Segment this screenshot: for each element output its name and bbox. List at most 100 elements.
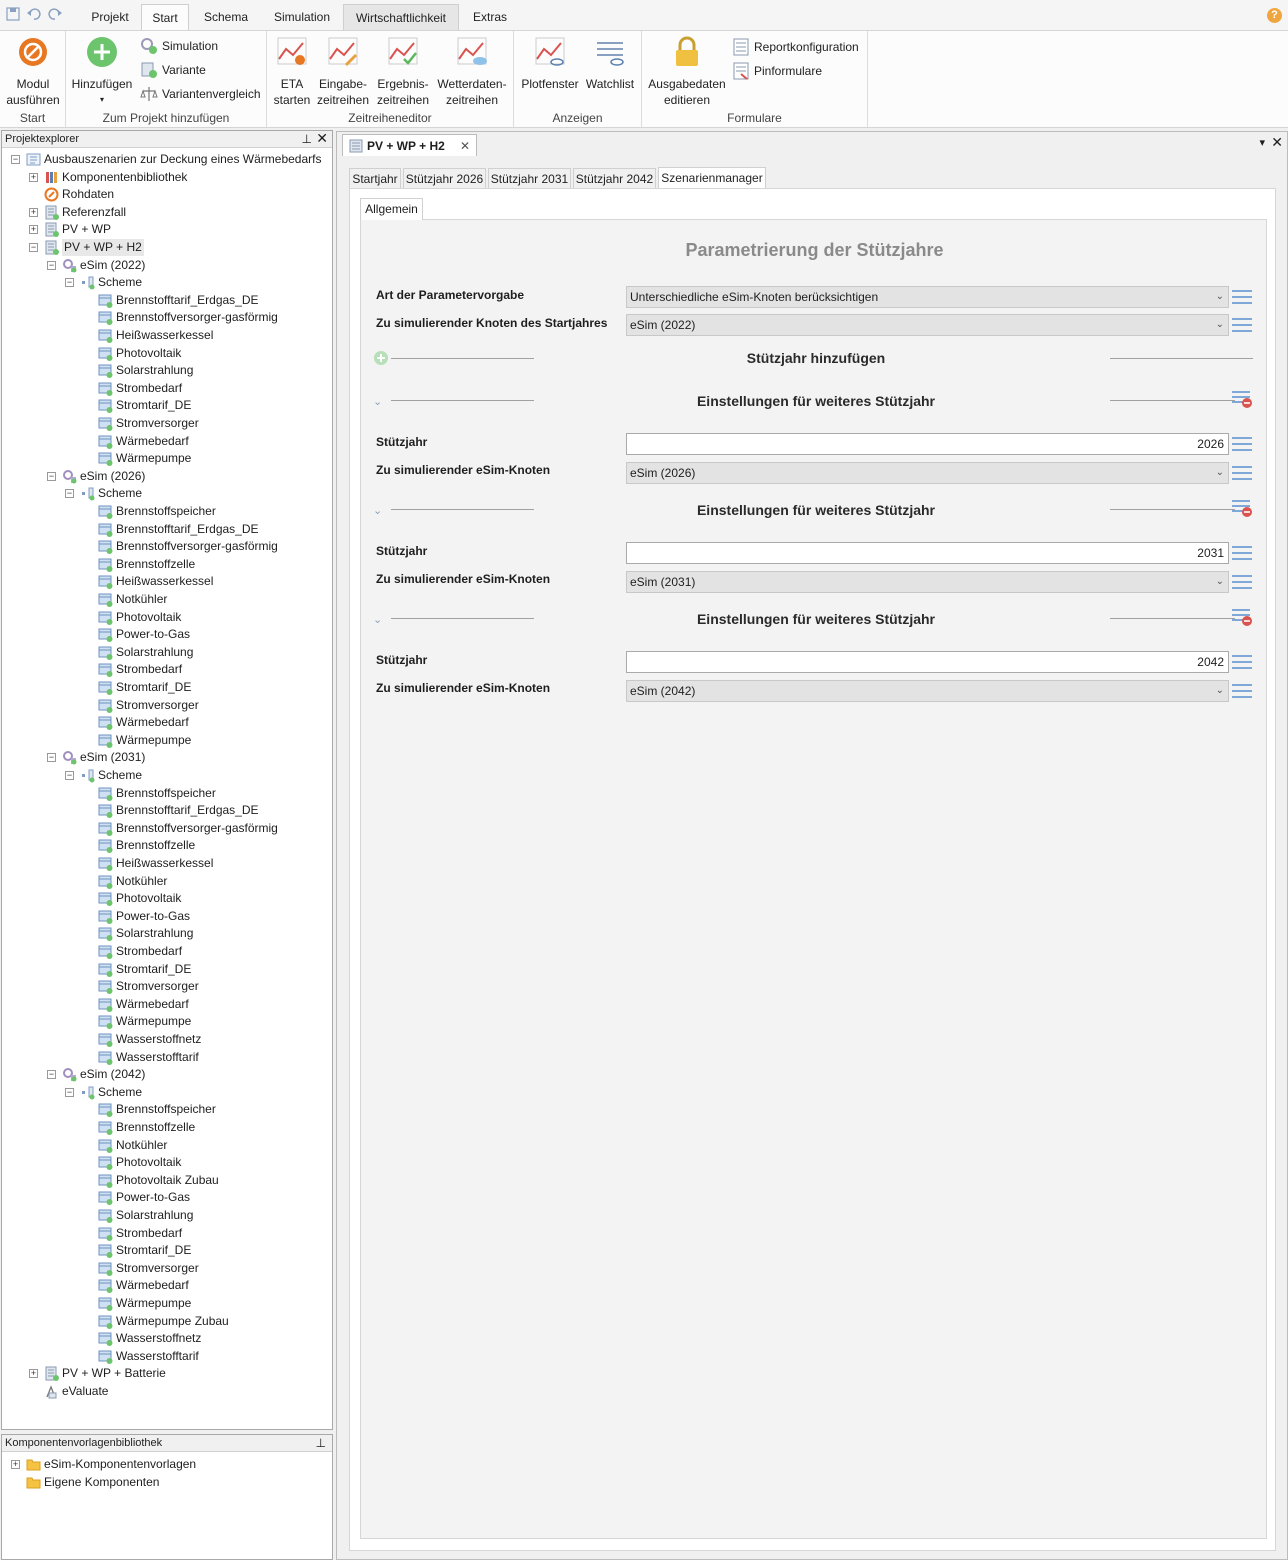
tree-item-label: Notkühler bbox=[116, 1137, 168, 1152]
collapse-icon[interactable]: − bbox=[29, 243, 38, 252]
knoten-startjahr-select[interactable]: eSim (2022) ⌄ bbox=[626, 314, 1229, 336]
expand-icon[interactable]: + bbox=[11, 1460, 20, 1469]
pin-icon[interactable]: ⊥ bbox=[302, 131, 312, 147]
collapse-icon[interactable]: − bbox=[65, 489, 74, 499]
redo-icon[interactable] bbox=[47, 6, 63, 22]
expand-icon[interactable]: + bbox=[29, 207, 38, 217]
ausgabedaten-editieren-button[interactable]: Ausgabedaten editieren bbox=[646, 35, 728, 108]
save-icon[interactable] bbox=[5, 6, 21, 22]
collapse-section-icon[interactable]: ⌄ bbox=[373, 395, 382, 408]
menu-tab-extras[interactable]: Extras bbox=[466, 4, 514, 31]
library-item-label: Eigene Komponenten bbox=[44, 1475, 160, 1489]
menu-tab-schema[interactable]: Schema bbox=[196, 4, 256, 31]
esim-knoten-value: eSim (2042) bbox=[630, 684, 696, 698]
tree-item-label: Stromversorger bbox=[116, 979, 199, 994]
expand-icon[interactable]: + bbox=[29, 225, 38, 235]
expand-icon[interactable]: + bbox=[29, 172, 38, 182]
lock-icon bbox=[676, 36, 698, 66]
menu-tab-simulation[interactable]: Simulation bbox=[266, 4, 338, 31]
tree-item-label: Strombedarf bbox=[116, 1225, 183, 1240]
collapse-icon[interactable]: − bbox=[47, 753, 56, 763]
evaluate-icon bbox=[46, 1385, 57, 1399]
wetterdatenzeitreihen-button[interactable]: Wetterdaten- zeitreihen bbox=[435, 35, 509, 108]
remove-section-icon[interactable] bbox=[1231, 389, 1253, 409]
menu-tab-projekt[interactable]: Projekt bbox=[82, 4, 138, 31]
collapse-icon[interactable]: − bbox=[65, 1087, 74, 1097]
collapse-icon[interactable]: − bbox=[65, 278, 74, 288]
stuetzjahr-input[interactable]: 2026 bbox=[626, 433, 1229, 455]
collapse-icon[interactable]: − bbox=[47, 260, 56, 270]
subtab-szenarienmanager[interactable]: Szenarienmanager bbox=[658, 167, 766, 189]
list-menu-icon[interactable] bbox=[1231, 544, 1253, 565]
list-menu-icon[interactable] bbox=[1231, 316, 1253, 334]
list-menu-icon[interactable] bbox=[1231, 653, 1253, 674]
close-icon[interactable]: ✕ bbox=[316, 130, 328, 146]
tree-item-label: Wärmepumpe bbox=[116, 1296, 192, 1310]
project-explorer-title: Projektexplorer bbox=[5, 133, 79, 145]
comp-icon bbox=[98, 347, 113, 361]
hinzufuegen-button[interactable]: Hinzufügen ▾ bbox=[70, 35, 134, 108]
collapse-section-icon[interactable]: ⌄ bbox=[373, 504, 382, 517]
remove-section-icon[interactable] bbox=[1231, 607, 1253, 627]
variantenvergleich-button[interactable]: Variantenvergleich bbox=[140, 84, 261, 104]
list-menu-icon[interactable] bbox=[1231, 288, 1253, 306]
comp-icon bbox=[98, 294, 113, 308]
collapse-icon[interactable]: − bbox=[47, 1070, 56, 1080]
title-menu-bar: Projekt Start Schema Simulation Wirtscha… bbox=[0, 0, 1288, 31]
collapse-icon[interactable]: − bbox=[47, 471, 56, 481]
comp-icon bbox=[98, 1350, 113, 1364]
eta-starten-button[interactable]: ETA starten bbox=[272, 35, 312, 108]
esim-knoten-select[interactable]: eSim (2042) ⌄ bbox=[626, 680, 1229, 702]
expand-icon[interactable]: + bbox=[29, 1369, 38, 1379]
subtab-stuetzjahr-2042[interactable]: Stützjahr 2042 bbox=[573, 168, 656, 188]
comp-icon bbox=[98, 681, 113, 695]
esim-knoten-select[interactable]: eSim (2031) ⌄ bbox=[626, 571, 1229, 593]
inner-tab-allgemein[interactable]: Allgemein bbox=[360, 198, 423, 220]
ergebniszeitreihen-button[interactable]: Ergebnis- zeitreihen bbox=[375, 35, 431, 108]
menu-tab-start[interactable]: Start bbox=[141, 4, 189, 31]
eingabezeitreihen-button[interactable]: Eingabe- zeitreihen bbox=[317, 35, 369, 108]
add-stuetzjahr-icon[interactable] bbox=[373, 350, 389, 366]
document-tab[interactable]: PV + WP + H2 ✕ bbox=[342, 134, 477, 156]
tab-list-dropdown-icon[interactable]: ▾ bbox=[1259, 136, 1265, 149]
watchlist-button[interactable]: Watchlist bbox=[584, 35, 636, 92]
reportkonfiguration-button[interactable]: Reportkonfiguration bbox=[732, 37, 859, 57]
art-parametervorgabe-value: Unterschiedliche eSim-Knoten berücksicht… bbox=[630, 290, 879, 304]
close-document-icon[interactable]: ✕ bbox=[1271, 134, 1283, 151]
collapse-section-icon[interactable]: ⌄ bbox=[373, 613, 382, 626]
close-tab-icon[interactable]: ✕ bbox=[460, 135, 470, 157]
simulation-button[interactable]: Simulation bbox=[140, 36, 218, 56]
pinformulare-button[interactable]: Pinformulare bbox=[732, 61, 822, 81]
pin-icon[interactable]: ⊥ bbox=[316, 1435, 326, 1451]
plotfenster-button[interactable]: Plotfenster bbox=[520, 35, 580, 92]
variant-icon bbox=[45, 240, 59, 255]
modul-ausfuehren-button[interactable]: Modul ausführen bbox=[4, 35, 62, 108]
menu-tab-wirtschaftlichkeit[interactable]: Wirtschaftlichkeit bbox=[343, 4, 459, 31]
tree-item-label: Strombedarf bbox=[116, 944, 183, 958]
stuetzjahr-input[interactable]: 2042 bbox=[626, 651, 1229, 673]
undo-icon[interactable] bbox=[26, 6, 42, 22]
list-menu-icon[interactable] bbox=[1231, 464, 1253, 485]
group-label-add: Zum Projekt hinzufügen bbox=[102, 111, 230, 125]
knoten-startjahr-label: Zu simulierender Knoten des Startjahres bbox=[376, 316, 608, 330]
esim-knoten-select[interactable]: eSim (2026) ⌄ bbox=[626, 462, 1229, 484]
list-menu-icon[interactable] bbox=[1231, 682, 1253, 703]
list-menu-icon[interactable] bbox=[1231, 573, 1253, 594]
folder-icon bbox=[26, 1459, 41, 1471]
stuetzjahr-input[interactable]: 2031 bbox=[626, 542, 1229, 564]
comp-icon bbox=[98, 822, 113, 836]
lines-icon bbox=[1232, 466, 1252, 480]
comp-icon bbox=[98, 804, 113, 819]
subtab-stuetzjahr-2031[interactable]: Stützjahr 2031 bbox=[488, 168, 571, 188]
divider bbox=[391, 618, 534, 619]
tree-item-label: Wärmepumpe Zubau bbox=[116, 1313, 229, 1328]
collapse-icon[interactable]: − bbox=[65, 771, 74, 780]
collapse-icon[interactable]: − bbox=[11, 155, 20, 164]
help-icon[interactable]: ? bbox=[1267, 8, 1282, 23]
variante-button[interactable]: Variante bbox=[140, 60, 206, 80]
remove-section-icon[interactable] bbox=[1231, 498, 1253, 518]
subtab-startjahr[interactable]: Startjahr bbox=[349, 168, 401, 188]
art-parametervorgabe-select[interactable]: Unterschiedliche eSim-Knoten berücksicht… bbox=[626, 286, 1229, 308]
subtab-stuetzjahr-2026[interactable]: Stützjahr 2026 bbox=[403, 168, 486, 188]
list-menu-icon[interactable] bbox=[1231, 435, 1253, 456]
